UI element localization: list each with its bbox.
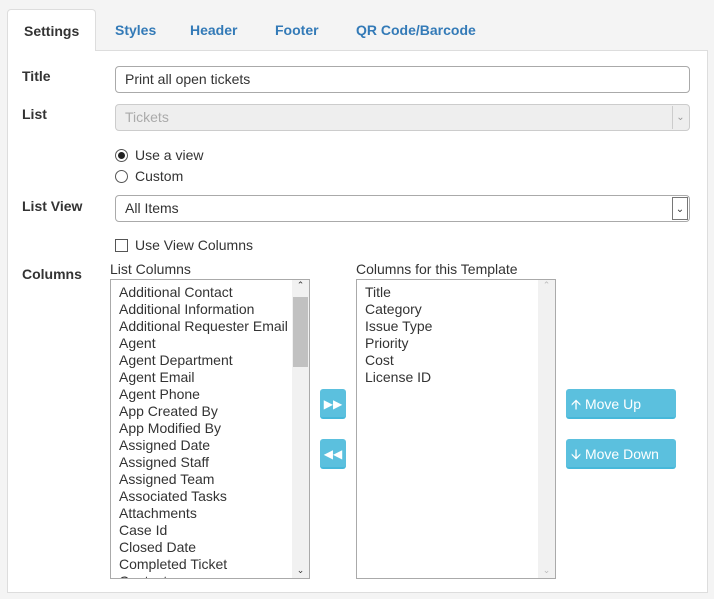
list-columns-listbox[interactable]: Additional Contact Additional Information… [110, 279, 310, 579]
checkbox-label: Use View Columns [135, 237, 254, 253]
double-chevron-right-icon: ▶▶ [323, 397, 343, 411]
move-down-label: Move Down [584, 446, 659, 462]
list-item[interactable]: License ID [357, 369, 555, 386]
list-item[interactable]: Additional Contact [111, 284, 309, 301]
list-select: Tickets ⌄ [115, 104, 690, 131]
list-label: List [22, 106, 47, 122]
title-label: Title [22, 68, 51, 84]
list-item[interactable]: Agent [111, 335, 309, 352]
columns-label: Columns [22, 266, 82, 282]
radio-custom[interactable]: Custom [115, 168, 183, 184]
radio-icon[interactable] [115, 169, 128, 183]
list-item[interactable]: Assigned Team [111, 471, 309, 488]
list-view-select[interactable]: All Items ⌄ [115, 195, 690, 222]
scroll-down-icon: ⌄ [542, 565, 551, 575]
list-value: Tickets [125, 109, 169, 125]
list-item[interactable]: Attachments [111, 505, 309, 522]
radio-use-view[interactable]: Use a view [115, 147, 203, 163]
arrow-up-icon: 🡩 [571, 396, 582, 412]
scroll-up-icon: ⌃ [542, 280, 551, 290]
list-item[interactable]: Associated Tasks [111, 488, 309, 505]
list-item[interactable]: Agent Phone [111, 386, 309, 403]
tab-settings[interactable]: Settings [7, 9, 96, 51]
use-view-columns-checkbox[interactable]: Use View Columns [115, 237, 253, 253]
list-item[interactable]: Category [357, 301, 555, 318]
list-view-label: List View [22, 198, 83, 214]
move-down-button[interactable]: 🡫 Move Down [566, 439, 676, 469]
scroll-thumb[interactable] [293, 297, 308, 367]
template-columns-listbox[interactable]: Title Category Issue Type Priority Cost Licen… [356, 279, 556, 579]
title-input[interactable]: Print all open tickets [115, 66, 690, 93]
radio-label: Use a view [135, 147, 204, 163]
scrollbar: ⌃ ⌄ [538, 280, 555, 578]
list-item[interactable]: Title [357, 284, 555, 301]
list-item[interactable]: Assigned Date [111, 437, 309, 454]
list-item[interactable]: Completed Ticket [111, 556, 309, 573]
list-item[interactable]: Cost [357, 352, 555, 369]
list-item[interactable]: Closed Date [111, 539, 309, 556]
list-item[interactable]: Assigned Staff [111, 454, 309, 471]
template-columns-label: Columns for this Template [356, 261, 518, 277]
tab-header[interactable]: Header [174, 9, 253, 51]
radio-label: Custom [135, 168, 184, 184]
tab-footer[interactable]: Footer [259, 9, 335, 51]
list-view-value: All Items [125, 200, 179, 216]
list-item[interactable]: Additional Requester Email [111, 318, 309, 335]
tab-qr-code-barcode[interactable]: QR Code/Barcode [340, 9, 492, 51]
list-item[interactable]: Additional Information [111, 301, 309, 318]
list-item[interactable]: Issue Type [357, 318, 555, 335]
move-up-label: Move Up [584, 396, 641, 412]
scroll-up-icon[interactable]: ⌃ [292, 280, 309, 291]
list-item[interactable]: Case Id [111, 522, 309, 539]
double-chevron-left-icon: ◀◀ [323, 447, 343, 461]
list-item[interactable]: Priority [357, 335, 555, 352]
remove-columns-button[interactable]: ◀◀ [320, 439, 346, 469]
list-item[interactable]: Agent Department [111, 352, 309, 369]
checkbox-icon[interactable] [115, 238, 128, 252]
add-columns-button[interactable]: ▶▶ [320, 389, 346, 419]
list-columns-label: List Columns [110, 261, 191, 277]
scrollbar[interactable]: ⌃ ⌄ [292, 280, 309, 578]
list-item[interactable]: Agent Email [111, 369, 309, 386]
chevron-down-icon[interactable]: ⌄ [672, 197, 688, 220]
radio-icon[interactable] [115, 148, 128, 162]
scroll-down-icon[interactable]: ⌄ [292, 565, 309, 576]
tab-styles[interactable]: Styles [99, 9, 172, 51]
arrow-down-icon: 🡫 [571, 446, 582, 462]
list-item[interactable]: App Modified By [111, 420, 309, 437]
move-up-button[interactable]: 🡩 Move Up [566, 389, 676, 419]
list-item[interactable]: App Created By [111, 403, 309, 420]
list-item[interactable]: Contact [111, 573, 309, 578]
chevron-down-icon: ⌄ [672, 106, 688, 129]
